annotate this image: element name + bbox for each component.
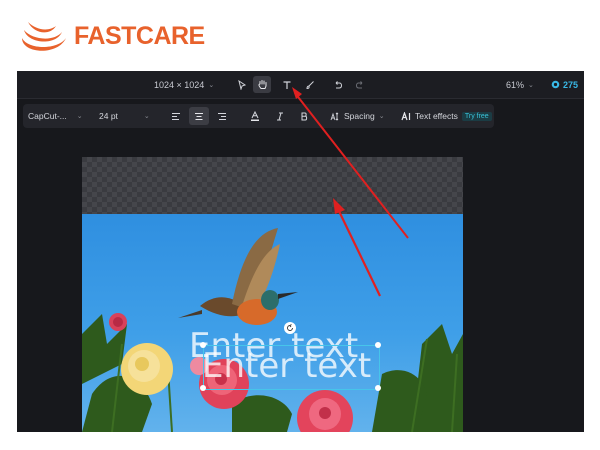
resize-handle-bottom-left[interactable] <box>200 385 206 391</box>
credits-count: 275 <box>562 79 578 90</box>
text-effects-button[interactable]: Text effects Try free <box>401 104 492 128</box>
editor-window: 1024 × 1024 ⌄ 61% ⌄ 275 CapCut-... ⌄ 24 … <box>17 71 584 432</box>
resize-handle-top-right[interactable] <box>375 342 381 348</box>
align-right-button[interactable] <box>212 107 232 125</box>
align-right-icon <box>218 112 226 120</box>
rotate-handle[interactable] <box>284 322 296 334</box>
ai-icon <box>401 111 411 120</box>
bold-icon <box>301 112 308 120</box>
credits-badge[interactable]: 275 <box>551 71 578 98</box>
font-size-value: 24 pt <box>99 111 118 121</box>
chevron-down-icon: ⌄ <box>528 81 534 89</box>
resize-handle-top-left[interactable] <box>200 342 206 348</box>
spacing-dropdown[interactable]: Spacing ⌄ <box>330 104 385 128</box>
brand-name: FASTCARE <box>74 21 205 50</box>
canvas-size-label: 1024 × 1024 <box>154 79 205 90</box>
try-free-badge: Try free <box>461 111 492 121</box>
undo-button[interactable] <box>329 76 347 93</box>
brush-icon <box>306 80 314 89</box>
hummingbird-and-roses-image <box>82 228 463 432</box>
text-selection-box[interactable] <box>203 345 380 390</box>
text-color-button[interactable] <box>245 107 265 125</box>
rotate-icon <box>287 324 293 331</box>
background-photo <box>82 214 463 432</box>
chevron-down-icon: ⌄ <box>208 81 215 89</box>
text-icon <box>283 80 291 89</box>
text-color-icon <box>251 110 259 121</box>
undo-icon <box>335 80 343 88</box>
credit-coin-icon <box>551 80 560 89</box>
select-arrow-icon <box>238 79 247 90</box>
font-size-dropdown[interactable]: 24 pt ⌄ <box>99 104 150 128</box>
top-toolbar: 1024 × 1024 ⌄ 61% ⌄ 275 <box>17 71 584 99</box>
italic-icon <box>277 112 283 120</box>
italic-button[interactable] <box>270 107 290 125</box>
align-left-button[interactable] <box>166 107 186 125</box>
chevron-down-icon: ⌄ <box>76 113 83 120</box>
align-center-icon <box>195 112 203 120</box>
zoom-level: 61% <box>506 79 525 90</box>
redo-button[interactable] <box>351 76 369 93</box>
redo-icon <box>355 80 363 88</box>
zoom-dropdown[interactable]: 61% ⌄ <box>506 71 534 98</box>
chevron-down-icon: ⌄ <box>143 113 150 120</box>
transparent-area <box>82 157 463 214</box>
resize-handle-bottom-right[interactable] <box>375 385 381 391</box>
fastcare-swoosh-icon <box>22 22 66 51</box>
select-tool-button[interactable] <box>233 76 251 93</box>
align-left-icon <box>172 112 180 120</box>
canvas-size-dropdown[interactable]: 1024 × 1024 ⌄ <box>154 71 214 98</box>
text-effects-label: Text effects <box>415 111 458 121</box>
spacing-icon <box>330 111 339 121</box>
font-family-value: CapCut-... <box>28 111 67 121</box>
font-family-dropdown[interactable]: CapCut-... ⌄ <box>28 104 83 128</box>
design-canvas[interactable] <box>82 157 463 432</box>
align-center-button[interactable] <box>189 107 209 125</box>
text-format-bar: CapCut-... ⌄ 24 pt ⌄ Spacing ⌄ Text effe… <box>23 104 494 128</box>
hand-tool-button[interactable] <box>253 76 271 93</box>
bold-button[interactable] <box>294 107 314 125</box>
brush-tool-button[interactable] <box>301 76 319 93</box>
text-tool-button[interactable] <box>278 76 296 93</box>
spacing-label: Spacing <box>344 111 375 121</box>
fastcare-logo: FASTCARE <box>18 16 205 56</box>
hand-icon <box>257 80 266 89</box>
chevron-down-icon: ⌄ <box>378 113 385 120</box>
